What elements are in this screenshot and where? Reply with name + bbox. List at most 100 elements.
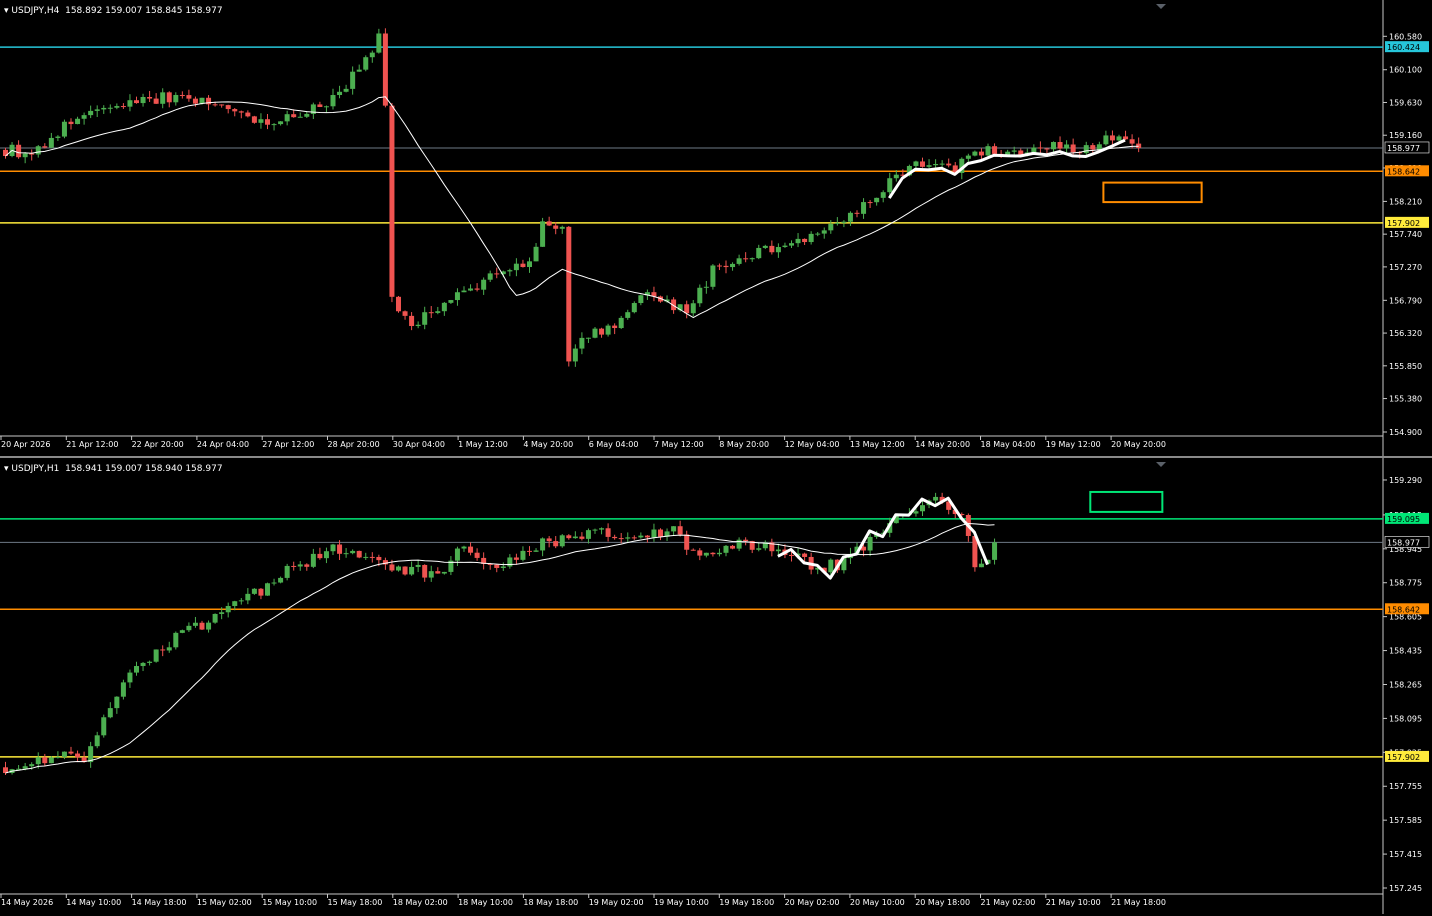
h1-target-box[interactable] [1089,490,1164,513]
h4-y-tick-label: 154.900 [1389,428,1422,437]
h4-y-tick-label: 159.160 [1389,131,1422,140]
h1-candle-body [592,529,598,531]
h1-candle-body [775,549,781,552]
h4-candle-body [317,104,323,108]
h1-candle-body [920,505,925,512]
h1-candle-body [802,553,808,557]
h4-candle-body [55,136,61,138]
h1-candle-body [644,535,650,538]
h4-candle-body [120,106,126,108]
h1-candle-body [572,536,578,539]
h4-candle-body [284,114,290,122]
h4-candle-body [265,119,270,125]
h1-candle-body [697,550,703,556]
h1-candle-body [415,564,421,567]
h1-level-label: 159.095 [1387,515,1420,524]
h1-candle-body [42,757,48,764]
h4-candle-body [638,295,644,304]
h1-candle-body [461,546,467,549]
h1-candle-body [454,548,460,561]
h4-candle-body [61,121,67,137]
h1-candle-body [736,539,742,549]
h4-candles [3,28,1142,367]
h1-candle-body [22,766,28,769]
h4-candle-body [1096,144,1102,150]
h4-candle-body [808,233,814,243]
h4-candle-body [854,212,860,214]
h4-candle-body [192,98,198,104]
h4-drawn-zigzag[interactable] [888,138,1126,199]
h4-candle-body [448,300,454,303]
h1-x-tick-label: 19 May 10:00 [654,898,709,907]
h1-chart[interactable]: 159.290159.115158.945158.775158.605158.4… [0,458,1432,914]
h4-candle-body [409,315,415,327]
h1-candle-body [75,753,81,758]
h4-candle-body [147,97,153,99]
h4-candle-body [572,348,578,362]
h4-candle-body [789,243,794,246]
h1-chart-pane[interactable]: 159.290159.115158.945158.775158.605158.4… [0,458,1432,914]
h1-y-tick-label: 157.245 [1389,884,1422,893]
h4-x-tick-label: 19 May 12:00 [1046,440,1101,449]
h4-x-tick-label: 13 May 12:00 [850,440,905,449]
h1-candle-body [61,751,67,757]
h4-candle-body [1083,145,1089,154]
h4-candle-body [605,325,611,335]
h1-x-tick-label: 19 May 02:00 [589,898,644,907]
h1-candle-body [553,541,559,547]
h4-candle-body [756,247,762,259]
h4-candle-body [867,202,873,204]
h1-ohlc: 158.941 159.007 158.940 158.977 [65,464,223,474]
h4-target-box[interactable] [1102,181,1203,204]
h4-chart[interactable]: 160.580160.100159.630159.160158.690158.2… [0,0,1432,456]
h1-x-tick-label: 18 May 18:00 [523,898,578,907]
h1-candle-body [68,751,74,754]
h4-candle-body [743,258,749,260]
h4-candle-body [173,94,179,103]
h4-candle-body [22,153,28,158]
h4-candle-body [546,221,552,226]
h1-candle-body [356,550,362,558]
h4-candle-body [847,212,853,222]
h4-candle-body [533,246,539,262]
h4-candle-body [1136,143,1142,148]
h4-candle-body [1109,135,1115,141]
h4-candle-body [1090,145,1096,150]
h1-candle-body [585,530,591,539]
h1-candle-body [55,756,61,758]
h1-shift-marker-icon[interactable] [1156,462,1166,467]
h1-candle-body [828,559,834,573]
h4-candle-body [75,118,81,125]
h4-candle-body [723,265,729,268]
h1-candle-body [422,564,428,578]
h1-candle-body [291,565,297,567]
h4-candle-body [730,263,736,268]
h4-chart-pane[interactable]: 160.580160.100159.630159.160158.690158.2… [0,0,1432,456]
h1-candle-body [703,552,709,556]
h4-candle-body [212,104,218,106]
h4-candle-body [965,155,971,159]
h4-shift-marker-icon[interactable] [1156,4,1166,9]
h1-candle-body [730,545,736,549]
h1-candle-body [369,556,375,558]
h4-candle-body [88,110,94,116]
h4-candle-body [297,116,303,118]
h4-candle-body [841,221,847,223]
h1-x-tick-label: 18 May 02:00 [393,898,448,907]
h1-candle-body [500,566,506,568]
h1-candle-body [192,622,198,626]
h4-candle-body [1031,147,1037,153]
h1-candle-body [625,537,631,539]
h4-candle-body [972,151,978,156]
h4-y-tick-label: 160.100 [1389,66,1422,75]
h4-candle-body [382,33,388,106]
h4-candle-body [1064,144,1070,149]
h4-candle-body [140,97,146,104]
h1-candle-body [323,551,329,559]
h1-candle-body [186,625,192,631]
h4-candle-body [68,121,74,125]
h4-candle-body [396,296,401,312]
h4-candle-body [749,258,755,260]
h1-candle-body [219,612,225,614]
h1-candle-body [258,588,264,596]
